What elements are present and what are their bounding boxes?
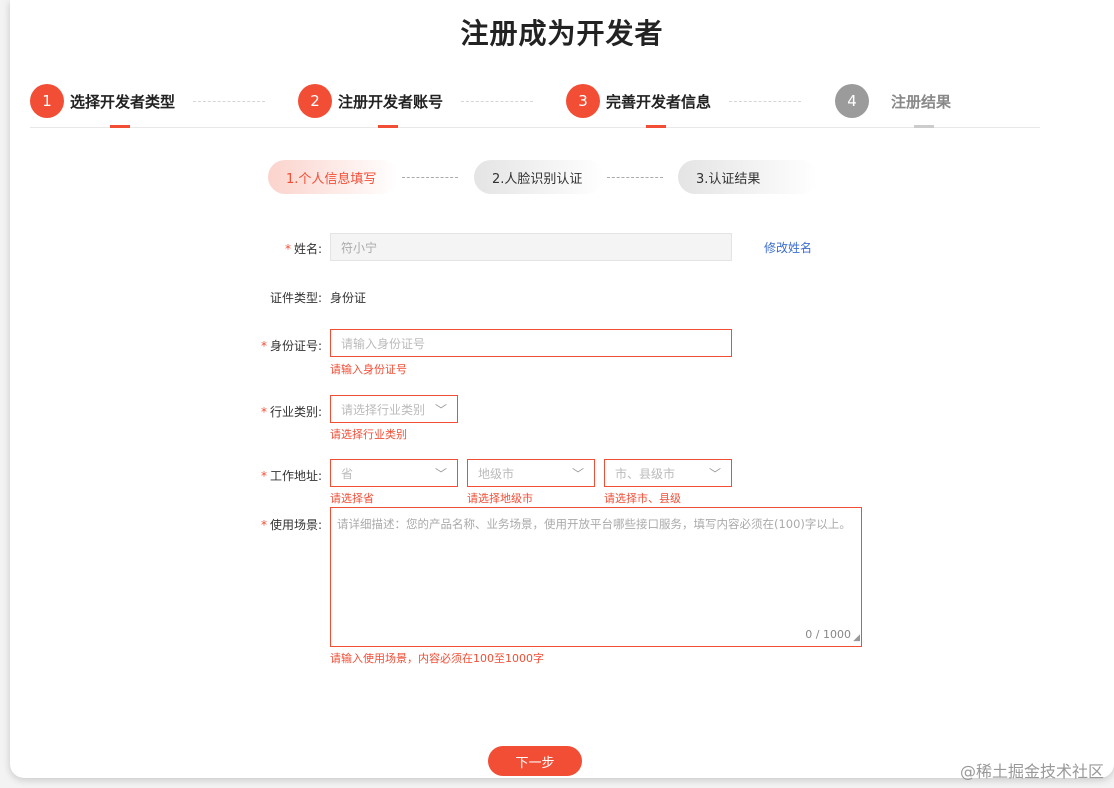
city-placeholder: 地级市 [478,466,515,481]
step-3: 3 完善开发者信息 [566,84,711,118]
step-2-marker [378,125,398,128]
main-steps: 1 选择开发者类型 2 注册开发者账号 3 完善开发者信息 4 注册结果 [30,84,1040,128]
name-input[interactable]: 符小宁 [330,233,732,261]
step-1-number: 1 [30,84,64,118]
edit-name-button[interactable]: 修改姓名 [756,233,820,261]
step-4-number: 4 [835,84,869,118]
chevron-down-icon: ﹀ [434,467,447,481]
id-number-error: 请输入身份证号 [330,363,407,376]
county-placeholder: 市、县级市 [615,466,676,481]
step-2-number: 2 [298,84,332,118]
id-number-label: * 身份证号: [212,337,322,354]
step-3-number: 3 [566,84,600,118]
industry-label-text: 行业类别: [269,405,322,419]
county-select[interactable]: 市、县级市 ﹀ [604,459,732,487]
required-mark: * [260,339,267,353]
scenario-label-text: 使用场景: [269,518,322,532]
step-3-marker [646,125,666,128]
substep-connector [402,177,458,178]
resize-handle-icon[interactable]: ◢ [853,632,860,645]
chevron-down-icon: ﹀ [571,467,584,481]
required-mark: * [260,405,267,419]
step-4: 4 注册结果 [835,84,951,118]
industry-select[interactable]: 请选择行业类别 ﹀ [330,395,458,423]
address-label: * 工作地址: [212,467,322,484]
city-select[interactable]: 地级市 ﹀ [467,459,595,487]
page-title: 注册成为开发者 [460,17,664,50]
step-2-label: 注册开发者账号 [338,92,444,111]
required-mark: * [260,518,267,532]
id-type-label: 证件类型: [269,291,322,305]
scenario-error: 请输入使用场景，内容必须在100至1000字 [330,652,544,665]
scenario-textarea[interactable]: 请详细描述：您的产品名称、业务场景，使用开放平台哪些接口服务，填写内容必须在(1… [330,507,862,647]
register-card: 注册成为开发者 1 选择开发者类型 2 注册开发者账号 3 完善开发者信息 4 … [10,0,1114,778]
name-label: * 姓名: [212,240,322,257]
scenario-char-counter: 0 / 1000 [805,627,851,641]
scenario-placeholder: 请详细描述：您的产品名称、业务场景，使用开放平台哪些接口服务，填写内容必须在(1… [337,517,851,531]
county-error: 请选择市、县级 [604,492,681,505]
required-mark: * [284,242,291,256]
step-4-label: 注册结果 [891,92,952,111]
industry-error: 请选择行业类别 [330,428,407,441]
next-step-button[interactable]: 下一步 [488,746,582,776]
industry-placeholder: 请选择行业类别 [341,402,426,417]
step-1: 1 选择开发者类型 [30,84,175,118]
province-error: 请选择省 [330,492,374,505]
chevron-down-icon: ﹀ [708,467,721,481]
address-label-text: 工作地址: [269,469,322,483]
substep-personal-info: 1.个人信息填写 [268,160,398,194]
name-label-text: 姓名: [293,242,322,256]
province-placeholder: 省 [341,466,354,481]
required-mark: * [260,469,267,483]
province-select[interactable]: 省 ﹀ [330,459,458,487]
id-number-input[interactable]: 请输入身份证号 [330,329,732,357]
chevron-down-icon: ﹀ [434,403,447,417]
step-4-marker [914,125,934,128]
substep-connector [607,177,663,178]
substep-result: 3.认证结果 [678,160,818,194]
industry-label: * 行业类别: [212,403,322,420]
step-connector [461,101,533,102]
step-connector [729,101,801,102]
city-error: 请选择地级市 [467,492,533,505]
step-1-marker [110,125,130,128]
watermark: @稀土掘金技术社区 [959,762,1104,781]
scenario-label: * 使用场景: [212,516,322,533]
step-1-label: 选择开发者类型 [70,92,176,111]
id-type-value: 身份证 [330,291,367,305]
step-2: 2 注册开发者账号 [298,84,443,118]
id-number-label-text: 身份证号: [269,339,322,353]
substep-face-verify: 2.人脸识别认证 [474,160,604,194]
step-3-label: 完善开发者信息 [606,92,712,111]
step-connector [193,101,265,102]
